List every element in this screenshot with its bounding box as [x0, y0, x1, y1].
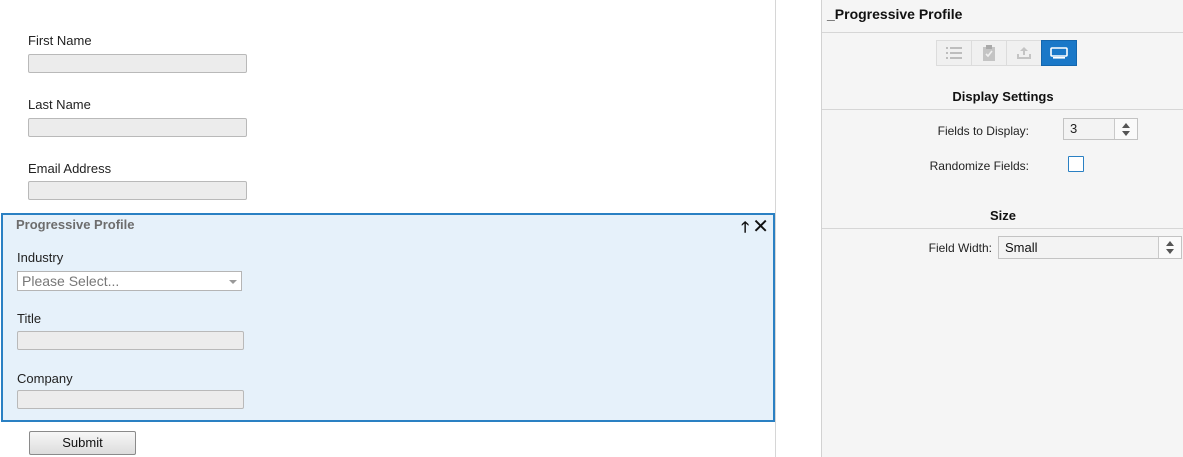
move-up-icon[interactable]: 🡑	[741, 220, 749, 236]
field-width-value: Small	[999, 237, 1159, 258]
field-box-icon[interactable]	[1041, 40, 1077, 66]
chevron-up-icon	[1166, 241, 1174, 246]
randomize-fields-label: Randomize Fields:	[929, 159, 1029, 173]
fields-to-display-value: 3	[1064, 119, 1115, 139]
first-name-input[interactable]	[28, 54, 247, 73]
first-name-label: First Name	[28, 33, 92, 48]
fields-to-display-stepper[interactable]: 3	[1063, 118, 1138, 140]
progressive-profile-block[interactable]: Progressive Profile 🡑 ✕ Industry Please …	[1, 213, 775, 422]
progressive-profile-title: Progressive Profile	[16, 217, 135, 232]
industry-select[interactable]: Please Select...	[17, 271, 242, 291]
email-address-label: Email Address	[28, 161, 112, 176]
company-input[interactable]	[17, 390, 244, 409]
last-name-label: Last Name	[28, 97, 91, 112]
stepper-arrows[interactable]	[1115, 119, 1137, 139]
form-canvas: First Name Last Name Email Address Progr…	[0, 0, 776, 457]
title-input[interactable]	[17, 331, 244, 350]
properties-panel: _Progressive Profile Display Settings Fi…	[821, 0, 1183, 457]
select-arrows[interactable]	[1159, 237, 1181, 258]
clipboard-icon[interactable]	[971, 40, 1007, 66]
panel-toolbar	[936, 40, 1077, 66]
decrement-icon[interactable]	[1122, 130, 1130, 136]
chevron-down-icon	[1166, 249, 1174, 254]
title-label: Title	[17, 311, 42, 326]
chevron-down-icon	[229, 280, 237, 284]
industry-label: Industry	[17, 250, 64, 265]
industry-select-value: Please Select...	[22, 273, 120, 289]
email-address-input[interactable]	[28, 181, 247, 200]
randomize-fields-checkbox[interactable]	[1068, 156, 1084, 172]
size-heading: Size	[822, 208, 1183, 229]
field-width-select[interactable]: Small	[998, 236, 1182, 259]
last-name-input[interactable]	[28, 118, 247, 137]
field-width-label: Field Width:	[928, 241, 992, 255]
close-icon[interactable]: ✕	[752, 217, 769, 237]
list-icon[interactable]	[936, 40, 972, 66]
upload-tray-icon[interactable]	[1006, 40, 1042, 66]
increment-icon[interactable]	[1122, 122, 1130, 128]
company-label: Company	[17, 371, 73, 386]
display-settings-heading: Display Settings	[822, 89, 1183, 110]
canvas-gutter	[776, 0, 821, 457]
fields-to-display-label: Fields to Display:	[937, 124, 1029, 138]
panel-title: _Progressive Profile	[822, 0, 1183, 33]
submit-button[interactable]: Submit	[29, 431, 136, 455]
